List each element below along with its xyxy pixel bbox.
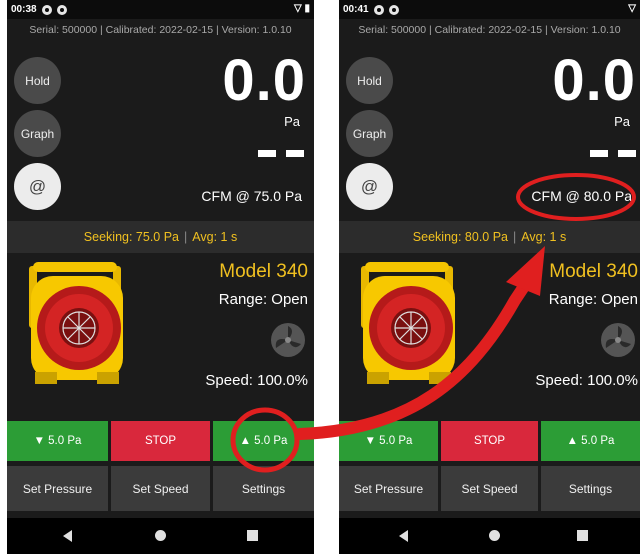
speed-label: Speed: 100.0% (535, 372, 638, 389)
graph-button[interactable]: Graph (14, 110, 61, 157)
device-info: Serial: 500000 | Calibrated: 2022-02-15 … (29, 24, 292, 36)
cfm-label: CFM @ 75.0 Pa (201, 188, 302, 204)
notification-icon (388, 4, 399, 15)
decrease-pressure-button[interactable]: ▼ 5.0 Pa (339, 421, 438, 461)
at-mode-button[interactable]: @ (14, 163, 61, 210)
status-bar: 00:41 ▽ (339, 0, 640, 19)
calibrated-text: Calibrated: 2022-02-15 (434, 24, 543, 36)
phone-screen-before: 00:38 ▽ ▮ Serial: 500000 | Calibrated: 2… (7, 0, 314, 554)
pressure-unit: Pa (284, 114, 300, 129)
serial-text: Serial: 500000 (358, 24, 427, 36)
hold-button[interactable]: Hold (346, 57, 393, 104)
speed-label: Speed: 100.0% (205, 372, 308, 389)
set-speed-button[interactable]: Set Speed (441, 466, 538, 511)
wifi-icon: ▽ (628, 3, 636, 14)
graph-button[interactable]: Graph (346, 110, 393, 157)
recent-apps-icon[interactable] (577, 530, 588, 541)
home-icon[interactable] (489, 530, 500, 541)
notification-icon (41, 4, 52, 15)
avg-text: Avg: 1 s (192, 230, 238, 244)
hold-button[interactable]: Hold (14, 57, 61, 104)
flow-readout-dashes (590, 150, 636, 157)
flow-readout-dashes (258, 150, 304, 157)
wifi-battery-icon: ▽ ▮ (294, 3, 310, 14)
notification-icon (56, 4, 67, 15)
increase-pressure-button[interactable]: ▲ 5.0 Pa (541, 421, 640, 461)
notification-icon (373, 4, 384, 15)
stop-button[interactable]: STOP (111, 421, 210, 461)
set-speed-button[interactable]: Set Speed (111, 466, 210, 511)
model-label: Model 340 (219, 261, 308, 282)
seeking-bar: Seeking: 75.0 Pa | Avg: 1 s (7, 221, 314, 253)
pressure-unit: Pa (614, 114, 630, 129)
model-label: Model 340 (549, 261, 638, 282)
set-pressure-button[interactable]: Set Pressure (7, 466, 108, 511)
decrease-pressure-button[interactable]: ▼ 5.0 Pa (7, 421, 108, 461)
fan-icon (271, 323, 305, 357)
settings-button[interactable]: Settings (541, 466, 640, 511)
back-icon[interactable] (63, 530, 72, 542)
cfm-label: CFM @ 80.0 Pa (531, 188, 632, 204)
seeking-text: Seeking: 80.0 Pa (412, 230, 509, 244)
status-bar: 00:38 ▽ ▮ (7, 0, 314, 19)
back-icon[interactable] (399, 530, 408, 542)
settings-button[interactable]: Settings (213, 466, 314, 511)
blower-fan-image (361, 262, 455, 384)
range-label: Range: Open (218, 291, 308, 308)
blower-fan-image (29, 262, 123, 384)
pressure-readout: 0.0 (552, 48, 636, 113)
version-text: Version: 1.0.10 (550, 24, 621, 36)
recent-apps-icon[interactable] (247, 530, 258, 541)
status-time: 00:41 (343, 4, 369, 15)
seeking-text: Seeking: 75.0 Pa (83, 230, 180, 244)
set-pressure-button[interactable]: Set Pressure (339, 466, 438, 511)
android-nav-bar (7, 518, 314, 554)
phone-screen-after: 00:41 ▽ Serial: 500000 | Calibrated: 202… (339, 0, 640, 554)
avg-text: Avg: 1 s (521, 230, 567, 244)
serial-text: Serial: 500000 (29, 24, 98, 36)
pressure-readout: 0.0 (222, 48, 306, 113)
calibrated-text: Calibrated: 2022-02-15 (105, 24, 214, 36)
range-label: Range: Open (548, 291, 638, 308)
fan-icon (601, 323, 635, 357)
status-time: 00:38 (11, 4, 37, 15)
home-icon[interactable] (155, 530, 166, 541)
stop-button[interactable]: STOP (441, 421, 538, 461)
version-text: Version: 1.0.10 (221, 24, 292, 36)
at-mode-button[interactable]: @ (346, 163, 393, 210)
increase-pressure-button[interactable]: ▲ 5.0 Pa (213, 421, 314, 461)
device-info: Serial: 500000 | Calibrated: 2022-02-15 … (358, 24, 621, 36)
android-nav-bar (339, 518, 640, 554)
seeking-bar: Seeking: 80.0 Pa | Avg: 1 s (339, 221, 640, 253)
